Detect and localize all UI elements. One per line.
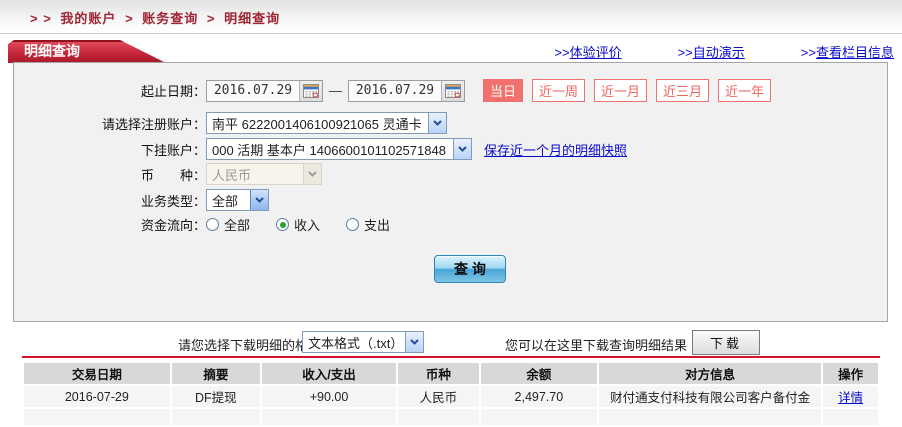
business-type-label: 业务类型： — [14, 191, 206, 210]
registered-account-row: 请选择注册账户： 南平 6222001406100921065 灵通卡 — [14, 112, 887, 134]
radio-flow-income[interactable]: 收入 — [276, 215, 320, 234]
query-form-panel: 起止日期： 2016.07.29 — [13, 62, 888, 322]
business-type-row: 业务类型： 全部 — [14, 189, 887, 211]
dropdown-arrow-icon — [405, 332, 423, 352]
cell-counterparty: 财付通支付科技有限公司客户备付金 — [599, 386, 821, 407]
quick-button-last-3-months[interactable]: 近三月 — [656, 79, 709, 102]
cell-action: 详情 — [823, 386, 878, 407]
save-snapshot-link[interactable]: 保存近一个月的明细快照 — [484, 140, 627, 159]
currency-label: 币 种： — [14, 165, 206, 184]
business-type-select[interactable]: 全部 — [206, 189, 269, 211]
quick-button-last-year[interactable]: 近一年 — [718, 79, 771, 102]
date-separator: — — [329, 83, 342, 98]
quick-button-today[interactable]: 当日 — [483, 79, 523, 102]
link-view-column-info[interactable]: >>查看栏目信息 — [801, 42, 894, 61]
dropdown-arrow-icon — [453, 139, 471, 159]
query-button[interactable]: 查 询 — [434, 255, 506, 283]
quick-range-buttons: 当日 近一周 近一月 近三月 近一年 — [483, 79, 771, 102]
transactions-table: 交易日期 摘要 收入/支出 币种 余额 对方信息 操作 2016-07-29 D… — [22, 361, 880, 427]
radio-checked-icon[interactable] — [276, 218, 289, 231]
header-action: 操作 — [823, 363, 878, 384]
link-auto-demo[interactable]: >>自动演示 — [678, 42, 745, 61]
currency-row: 币 种： 人民币 — [14, 163, 887, 185]
fund-flow-row: 资金流向： 全部 收入 支出 — [14, 215, 887, 234]
fund-flow-label: 资金流向： — [14, 215, 206, 234]
radio-icon[interactable] — [346, 218, 359, 231]
download-format-label: 请您选择下载明细的格式 — [178, 335, 321, 354]
download-hint: 您可以在这里下载查询明细结果 — [505, 335, 687, 354]
table-top-divider — [22, 356, 880, 358]
header-currency: 币种 — [398, 363, 479, 384]
radio-flow-expense[interactable]: 支出 — [346, 215, 390, 234]
header-income-expense: 收入/支出 — [262, 363, 396, 384]
breadcrumb-separator: > — [207, 11, 216, 26]
calendar-icon[interactable] — [441, 81, 464, 101]
registered-account-select[interactable]: 南平 6222001406100921065 灵通卡 — [206, 112, 447, 134]
header-trade-date: 交易日期 — [24, 363, 170, 384]
sub-account-row: 下挂账户： 000 活期 基本户 1406600101102571848 保存近… — [14, 138, 887, 160]
table-header-row: 交易日期 摘要 收入/支出 币种 余额 对方信息 操作 — [24, 363, 878, 384]
radio-flow-all[interactable]: 全部 — [206, 215, 250, 234]
cell-amount: +90.00 — [262, 386, 396, 407]
cell-balance: 2,497.70 — [481, 386, 597, 407]
cell-currency: 人民币 — [398, 386, 479, 407]
date-range-label: 起止日期： — [14, 81, 206, 100]
cell-summary: DF提现 — [172, 386, 260, 407]
toolbar-links: >>体验评价 >>自动演示 >>查看栏目信息 — [554, 42, 894, 61]
cell-trade-date: 2016-07-29 — [24, 386, 170, 407]
currency-select: 人民币 — [206, 163, 322, 185]
table-row-clipped — [24, 409, 878, 425]
header-balance: 余额 — [481, 363, 597, 384]
sub-account-label: 下挂账户： — [14, 140, 206, 159]
breadcrumb: > > 我的账户 > 账务查询 > 明细查询 — [30, 8, 284, 27]
quick-button-last-month[interactable]: 近一月 — [594, 79, 647, 102]
start-date-field[interactable]: 2016.07.29 — [206, 80, 323, 102]
download-row: 请您选择下载明细的格式 文本格式（.txt） 您可以在这里下载查询明细结果 下载 — [0, 330, 902, 356]
breadcrumb-separator: > — [125, 11, 134, 26]
download-format-select[interactable]: 文本格式（.txt） — [302, 331, 424, 353]
link-experience-rating[interactable]: >>体验评价 — [554, 42, 621, 61]
date-range-row: 起止日期： 2016.07.29 — [14, 79, 887, 102]
tab-detail-query[interactable]: 明细查询 — [8, 40, 166, 63]
calendar-icon[interactable] — [299, 81, 322, 101]
header-counterparty: 对方信息 — [599, 363, 821, 384]
download-button[interactable]: 下载 — [692, 330, 760, 355]
detail-link[interactable]: 详情 — [838, 391, 863, 405]
end-date-field[interactable]: 2016.07.29 — [348, 80, 465, 102]
table-row: 2016-07-29 DF提现 +90.00 人民币 2,497.70 财付通支… — [24, 386, 878, 407]
quick-button-last-week[interactable]: 近一周 — [532, 79, 585, 102]
sub-account-select[interactable]: 000 活期 基本户 1406600101102571848 — [206, 138, 472, 160]
dropdown-arrow-icon — [428, 113, 446, 133]
page: > > 我的账户 > 账务查询 > 明细查询 明细查询 >>体验评价 >>自动演… — [0, 0, 902, 402]
breadcrumb-item-detail-query: 明细查询 — [224, 11, 280, 26]
breadcrumb-item-my-account[interactable]: 我的账户 — [60, 11, 116, 26]
breadcrumb-prefix: > > — [30, 11, 52, 26]
header-summary: 摘要 — [172, 363, 260, 384]
radio-icon[interactable] — [206, 218, 219, 231]
dropdown-arrow-icon — [250, 190, 268, 210]
breadcrumb-item-account-query[interactable]: 账务查询 — [142, 11, 198, 26]
registered-account-label: 请选择注册账户： — [14, 114, 206, 133]
dropdown-arrow-icon — [303, 164, 321, 184]
